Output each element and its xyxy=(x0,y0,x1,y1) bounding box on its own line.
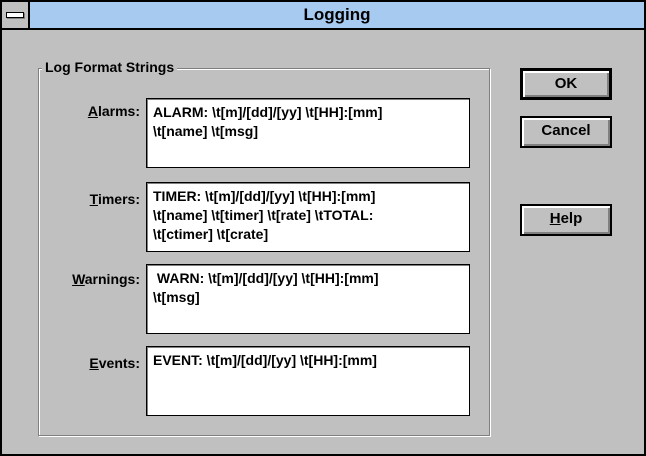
warnings-label-mnemonic: W xyxy=(72,271,85,287)
group-label: Log Format Strings xyxy=(42,57,178,77)
events-label: Events: xyxy=(62,354,140,372)
timers-label-mnemonic: T xyxy=(89,191,98,207)
system-menu-icon xyxy=(6,12,24,18)
window-title: Logging xyxy=(303,5,371,24)
system-menu-button[interactable] xyxy=(2,2,30,28)
alarms-label: Alarms: xyxy=(62,102,140,120)
warnings-format-field[interactable]: WARN: \t[m]/[dd]/[yy] \t[HH]:[mm] \t[msg… xyxy=(146,264,470,334)
events-label-mnemonic: E xyxy=(89,355,99,371)
events-format-field[interactable]: EVENT: \t[m]/[dd]/[yy] \t[HH]:[mm] xyxy=(146,346,470,416)
timers-label-text: imers: xyxy=(97,191,140,207)
ok-button[interactable]: OK xyxy=(520,68,612,100)
alarms-format-field[interactable]: ALARM: \t[m]/[dd]/[yy] \t[HH]:[mm] \t[na… xyxy=(146,98,470,168)
help-mnemonic: H xyxy=(549,210,561,227)
title-bar[interactable]: Logging xyxy=(2,2,644,30)
timers-format-field[interactable]: TIMER: \t[m]/[dd]/[yy] \t[HH]:[mm] \t[na… xyxy=(146,182,470,252)
logging-dialog: Logging Log Format Strings Alarms: ALARM… xyxy=(0,0,646,456)
events-label-text: vents: xyxy=(98,355,140,371)
timers-label: Timers: xyxy=(62,190,140,208)
alarms-label-mnemonic: A xyxy=(87,103,98,119)
alarms-label-text: larms: xyxy=(97,103,140,119)
warnings-label: Warnings: xyxy=(46,270,140,288)
help-label-text: elp xyxy=(560,210,583,227)
warnings-label-text: arnings: xyxy=(84,271,140,287)
help-button[interactable]: Help xyxy=(520,204,612,236)
cancel-button[interactable]: Cancel xyxy=(520,116,612,148)
